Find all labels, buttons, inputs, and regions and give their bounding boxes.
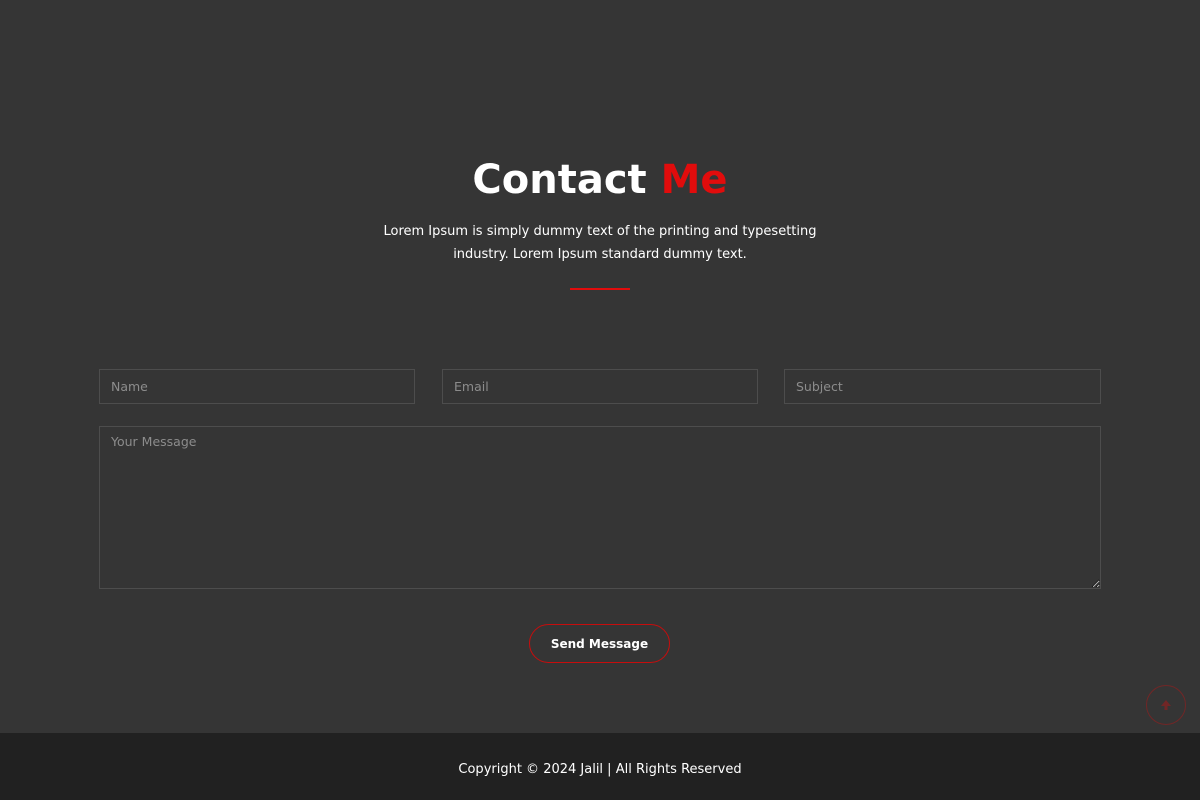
contact-section: Contact Me Lorem Ipsum is simply dummy t… bbox=[0, 0, 1200, 733]
copyright-text: Copyright © 2024 Jalil | All Rights Rese… bbox=[458, 762, 742, 777]
arrow-up-icon bbox=[1161, 700, 1171, 710]
section-title: Contact Me bbox=[0, 152, 1200, 208]
send-message-button[interactable]: Send Message bbox=[529, 624, 670, 663]
title-accent: Me bbox=[660, 157, 728, 203]
section-description: Lorem Ipsum is simply dummy text of the … bbox=[383, 224, 817, 262]
subject-input[interactable] bbox=[784, 369, 1101, 404]
title-divider bbox=[570, 288, 630, 290]
scroll-to-top-button[interactable] bbox=[1146, 685, 1186, 725]
name-input[interactable] bbox=[99, 369, 415, 404]
email-input[interactable] bbox=[442, 369, 758, 404]
title-main: Contact bbox=[472, 157, 647, 203]
page: Contact Me Lorem Ipsum is simply dummy t… bbox=[0, 0, 1200, 800]
message-textarea[interactable] bbox=[99, 426, 1101, 589]
